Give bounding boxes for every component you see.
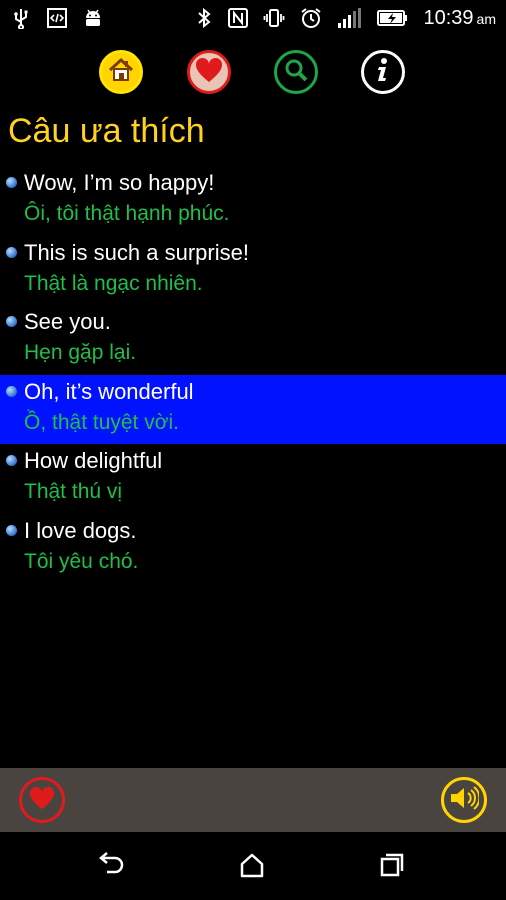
home-button[interactable] [99,50,143,94]
navigation-bar [0,832,506,900]
bullet-icon [6,385,17,397]
nfc-icon [227,7,249,29]
action-bar [0,768,506,832]
signal-icon [337,7,363,29]
toolbar [0,50,506,96]
phrase-list: Wow, I’m so happy! Ôi, tôi thật hạnh phú… [0,166,506,583]
phrase-english: Wow, I’m so happy! [24,170,215,195]
recent-apps-icon [378,852,406,883]
phrase-english: I love dogs. [24,517,137,543]
speaker-icon [449,785,481,816]
speak-button[interactable] [441,777,487,823]
back-button[interactable] [97,851,127,883]
clock-ampm: am [476,10,496,27]
heart-icon [194,56,224,89]
home-nav-button[interactable] [237,852,267,882]
phrase-english: How delightful [24,448,163,473]
battery-charging-icon [377,8,409,28]
vibrate-icon [263,7,285,29]
phrase-item[interactable]: This is such a surprise! Thật là ngạc nh… [0,236,506,306]
status-bar: 10:39 am [0,0,506,36]
alarm-icon [299,6,323,30]
back-icon [97,851,127,883]
info-icon [370,56,396,89]
bullet-icon [6,177,17,188]
phrase-vietnamese: Thật thú vị [24,480,123,503]
phrase-item[interactable]: See you. Hẹn gặp lại. [0,305,506,375]
phrase-vietnamese: Tôi yêu chó. [24,549,139,573]
search-icon [283,57,309,88]
home-icon [107,56,135,89]
heart-icon [28,785,56,816]
page-title: Câu ưa thích [8,112,205,150]
usb-icon [10,7,32,29]
phrase-item[interactable]: How delightful Thật thú vị [0,444,506,514]
phrase-item[interactable]: Wow, I’m so happy! Ôi, tôi thật hạnh phú… [0,166,506,236]
toggle-favorite-button[interactable] [19,777,65,823]
developer-icon [46,7,68,29]
home-outline-icon [238,852,266,883]
phrase-vietnamese: Ồ, thật tuyệt vời. [24,410,179,434]
bullet-icon [6,316,17,327]
search-button[interactable] [274,50,318,94]
android-icon [82,7,104,29]
phrase-vietnamese: Hẹn gặp lại. [24,341,137,364]
phrase-item-selected[interactable]: Oh, it’s wonderful Ồ, thật tuyệt vời. [0,374,506,444]
status-right: 10:39 am [195,6,496,30]
phrase-item[interactable]: I love dogs. Tôi yêu chó. [0,514,506,584]
bullet-icon [6,246,17,258]
clock-time: 10:39 [423,6,474,29]
recent-apps-button[interactable] [377,852,407,882]
phrase-english: This is such a surprise! [24,239,249,265]
phrase-english: See you. [24,309,111,334]
favorites-button[interactable] [187,50,231,94]
info-button[interactable] [361,50,405,94]
clock: 10:39 am [423,7,496,30]
status-left [10,7,104,29]
bullet-icon [6,524,17,536]
phrase-vietnamese: Ôi, tôi thật hạnh phúc. [24,202,230,225]
phrase-vietnamese: Thật là ngạc nhiên. [24,271,203,295]
phrase-english: Oh, it’s wonderful [24,378,194,404]
bluetooth-icon [195,7,213,29]
bullet-icon [6,455,17,466]
